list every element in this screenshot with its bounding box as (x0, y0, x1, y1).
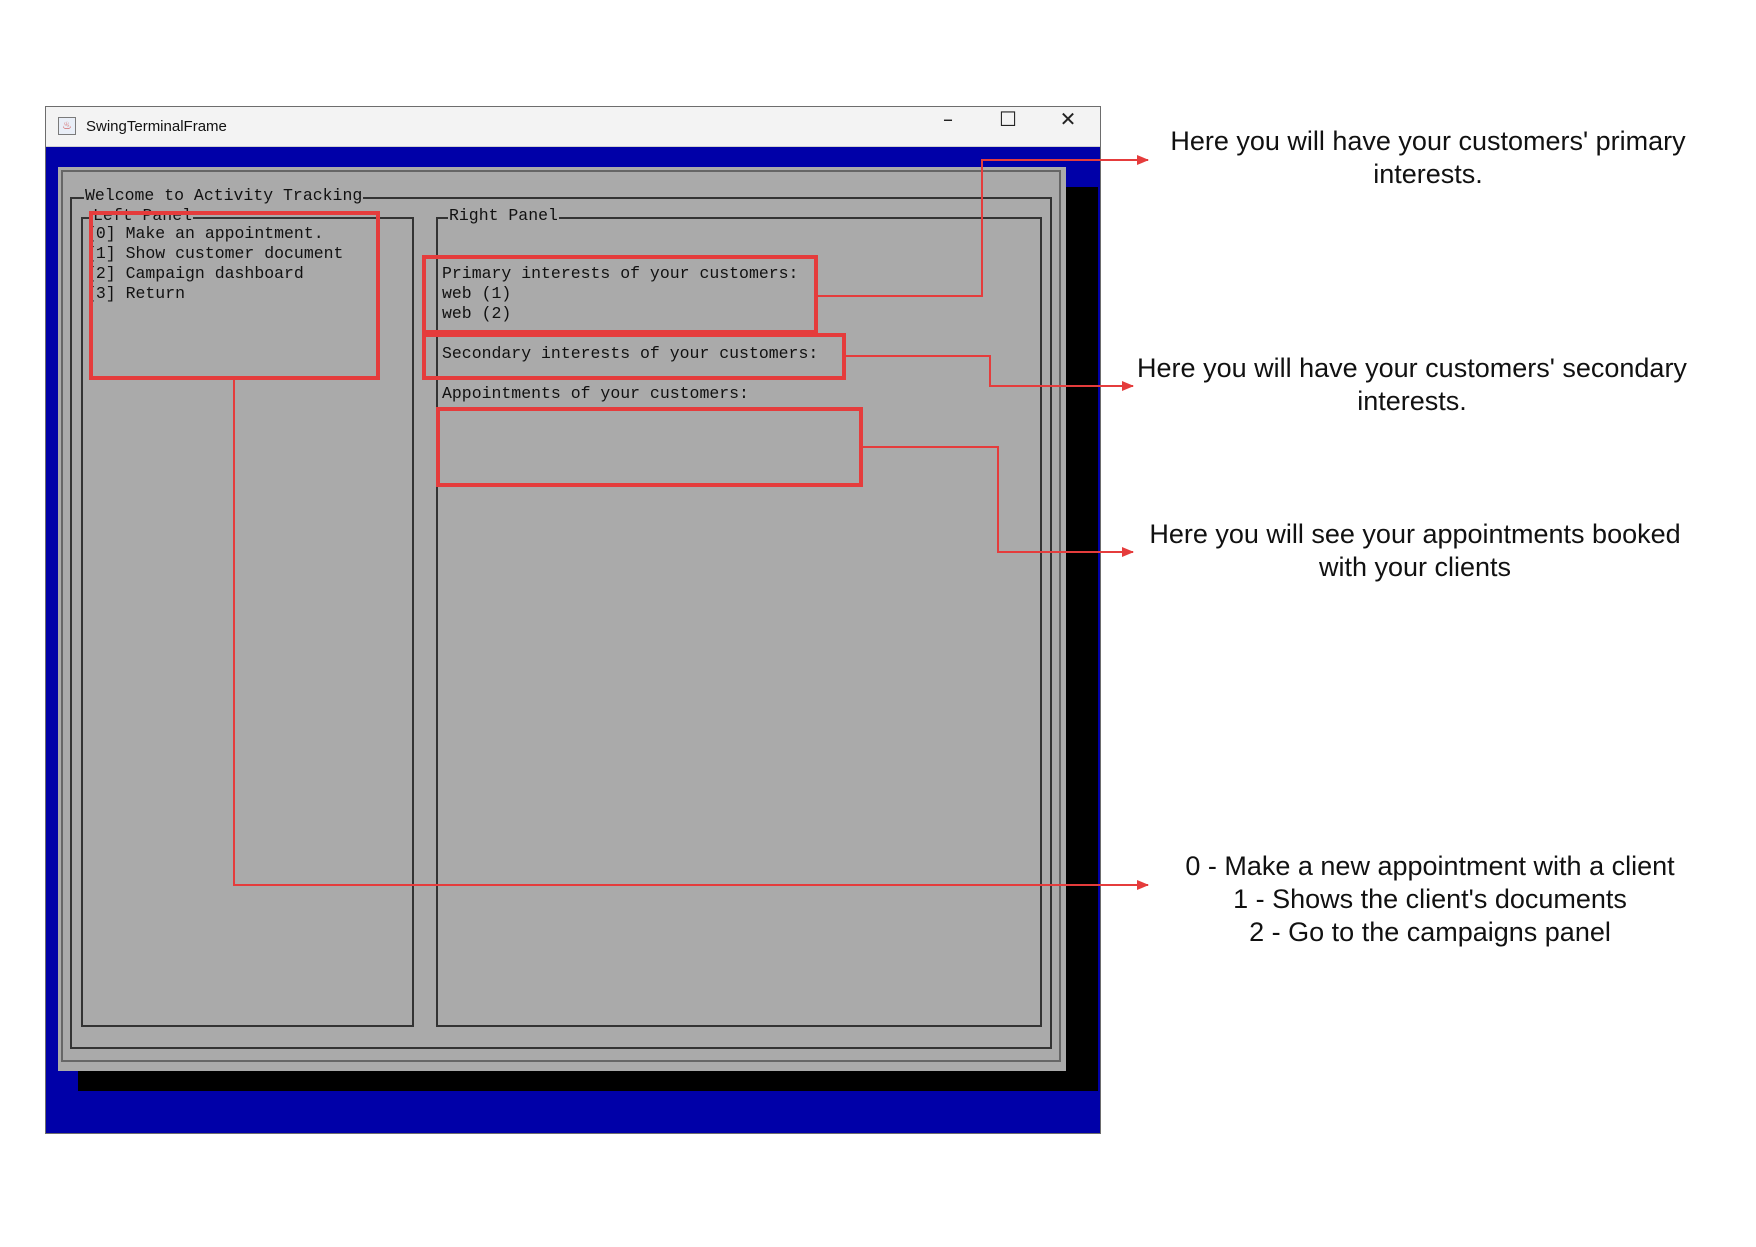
note-secondary-interests: Here you will have your customers' secon… (1137, 353, 1687, 416)
note-menu-line: 2 - Go to the campaigns panel (1249, 917, 1611, 947)
note-primary-interests: Here you will have your customers' prima… (1170, 126, 1686, 189)
connector-appointments (863, 446, 1134, 557)
connector-menu (233, 380, 1149, 890)
note-appointments: Here you will see your appointments book… (1149, 519, 1681, 582)
note-menu-line: 0 - Make a new appointment with a client (1185, 851, 1675, 881)
connector-secondary (846, 355, 1134, 391)
note-menu-line: 1 - Shows the client's documents (1233, 884, 1627, 914)
connector-primary (818, 155, 1149, 297)
note-menu-legend: 0 - Make a new appointment with a client… (1150, 850, 1710, 949)
